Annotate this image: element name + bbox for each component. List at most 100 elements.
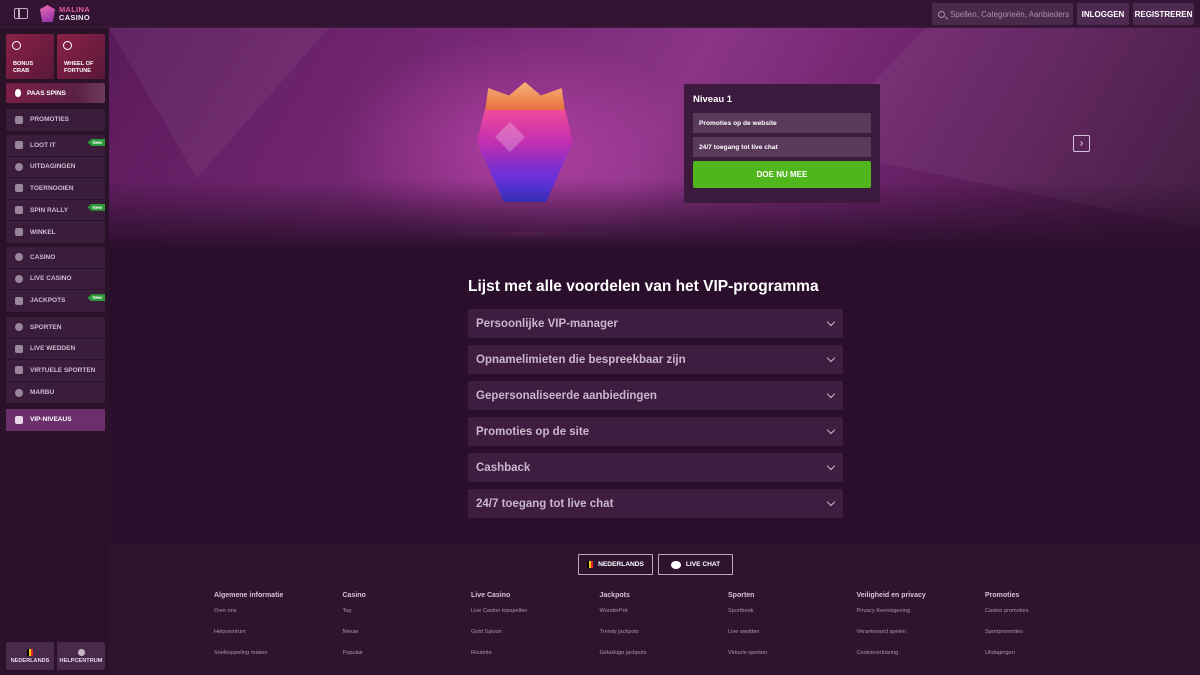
tile-label: WHEEL OF FORTUNE: [64, 61, 94, 74]
sidebar-item-virtuele-sporten[interactable]: VIRTUELE SPORTEN: [6, 360, 105, 382]
footer-link[interactable]: Live wedden: [728, 629, 857, 650]
level-benefit: 24/7 toegang tot live chat: [693, 137, 871, 157]
footer-link[interactable]: Nieuw: [343, 629, 472, 650]
nav-group-sports: SPORTEN LIVE WEDDEN VIRTUELE SPORTEN MAR…: [6, 317, 105, 404]
help-icon: [77, 648, 85, 656]
footer-column: Promoties Casino promoties Sportpromotie…: [985, 592, 1114, 671]
help-center-button[interactable]: HELPCENTRUM: [57, 642, 105, 670]
new-badge: New: [87, 294, 105, 302]
live-icon: [15, 344, 23, 353]
language-button[interactable]: NEDERLANDS: [6, 642, 54, 670]
dice-icon: [15, 253, 23, 262]
sidebar-toggle-icon[interactable]: [14, 8, 28, 19]
footer-column: Veiligheid en privacy Privacy Kennisgevi…: [857, 592, 986, 671]
sidebar-item-live-casino[interactable]: LIVE CASINO: [6, 269, 105, 291]
sidebar-item-label: LOOT IT: [30, 141, 56, 149]
tile-label: BONUS CRAB: [13, 61, 34, 74]
footer-link[interactable]: Verantwoord spelen: [857, 629, 986, 650]
sidebar-item-promoties[interactable]: PROMOTIES: [6, 109, 105, 131]
join-button[interactable]: DOE NU MEE: [693, 161, 871, 188]
footer-link[interactable]: Virtuele sporten: [728, 650, 857, 671]
footer-link[interactable]: Trendy jackpots: [600, 629, 729, 650]
football-icon: [15, 323, 23, 332]
footer-column: Live Casino Live Casino topspellen Gold …: [471, 592, 600, 671]
sidebar-item-jackpots[interactable]: JACKPOTS New: [6, 290, 105, 312]
register-button[interactable]: REGISTREREN: [1133, 3, 1194, 25]
logo-line2: CASINO: [59, 12, 90, 22]
sidebar-item-live-wedden[interactable]: LIVE WEDDEN: [6, 339, 105, 361]
footer-link[interactable]: Casino promoties: [985, 608, 1114, 629]
wheel-icon: [63, 41, 72, 50]
accordion-item[interactable]: Opnamelimieten die bespreekbaar zijn: [468, 345, 843, 374]
chevron-down-icon: [826, 317, 836, 327]
accordion-label: Gepersonaliseerde aanbiedingen: [476, 389, 657, 402]
hero-banner: Niveau 1 Promoties op de website 24/7 to…: [109, 28, 1200, 250]
footer-language-label: NEDERLANDS: [598, 561, 644, 568]
sidebar-item-uitdagingen[interactable]: UITDAGINGEN: [6, 157, 105, 179]
accordion-item[interactable]: Gepersonaliseerde aanbiedingen: [468, 381, 843, 410]
nav-group-vip: VIP-NIVEAUS: [6, 409, 105, 431]
footer-link[interactable]: Uitdagingen: [985, 650, 1114, 671]
tile-wheel-of-fortune[interactable]: WHEEL OF FORTUNE: [57, 34, 105, 79]
sidebar-item-label: PROMOTIES: [30, 116, 70, 124]
footer-link[interactable]: Snelkoppeling maken: [214, 650, 343, 671]
gift-icon: [15, 115, 23, 124]
footer-link[interactable]: Roulette: [471, 650, 600, 671]
challenge-icon: [15, 162, 23, 171]
footer-link[interactable]: WonderPot: [600, 608, 729, 629]
accordion-item[interactable]: Promoties op de site: [468, 417, 843, 446]
footer-link[interactable]: Helpcentrum: [214, 629, 343, 650]
gem-icon: [477, 110, 573, 202]
footer-link[interactable]: Populair: [343, 650, 472, 671]
accordion-item[interactable]: Cashback: [468, 453, 843, 482]
tile-bonus-crab[interactable]: BONUS CRAB: [6, 34, 54, 79]
diamond-icon: [15, 415, 23, 424]
accordion-label: Opnamelimieten die bespreekbaar zijn: [476, 353, 686, 366]
live-chat-button[interactable]: LIVE CHAT: [658, 554, 733, 575]
footer-link[interactable]: Privacy Kennisgeving: [857, 608, 986, 629]
sidebar-item-spin-rally[interactable]: SPIN RALLY New: [6, 200, 105, 222]
crown-icon: [485, 82, 565, 112]
footer-column-title: Algemene informatie: [214, 592, 284, 599]
footer-link[interactable]: Live Casino topspellen: [471, 608, 600, 629]
trophy-icon: [15, 184, 23, 193]
sidebar-item-winkel[interactable]: WINKEL: [6, 221, 105, 243]
sidebar-item-vip-niveaus[interactable]: VIP-NIVEAUS: [6, 409, 105, 431]
footer-link[interactable]: Top: [343, 608, 472, 629]
accordion-item[interactable]: Persoonlijke VIP-manager: [468, 309, 843, 338]
footer-link[interactable]: Sportbook: [728, 608, 857, 629]
sidebar-item-label: LIVE CASINO: [30, 275, 72, 283]
footer-link[interactable]: Over ons: [214, 608, 343, 629]
nav-group-promotions: PROMOTIES: [6, 109, 105, 131]
footer-column-title: Live Casino: [471, 592, 511, 599]
sidebar-item-toernooien[interactable]: TOERNOOIEN: [6, 178, 105, 200]
sidebar-item-loot-it[interactable]: LOOT IT New: [6, 135, 105, 157]
sidebar-item-sporten[interactable]: SPORTEN: [6, 317, 105, 339]
sidebar-item-casino[interactable]: CASINO: [6, 247, 105, 269]
sidebar-item-marbu[interactable]: MARBU: [6, 382, 105, 404]
footer-link[interactable]: Gelukkige jackpots: [600, 650, 729, 671]
sidebar: BONUS CRAB WHEEL OF FORTUNE PAAS SPINS P…: [0, 28, 109, 675]
chest-icon: [15, 141, 23, 150]
accordion-item[interactable]: 24/7 toegang tot live chat: [468, 489, 843, 518]
top-bar: MALINA CASINO Spellen, Categorieën, Aanb…: [0, 0, 1200, 28]
chip-icon: [15, 274, 23, 283]
login-button[interactable]: INLOGGEN: [1077, 3, 1129, 25]
sidebar-item-paas-spins[interactable]: PAAS SPINS: [6, 83, 105, 103]
next-arrow-icon[interactable]: ›: [1073, 135, 1090, 152]
footer-language-button[interactable]: NEDERLANDS: [578, 554, 653, 575]
logo[interactable]: MALINA CASINO: [40, 5, 90, 22]
footer-column-title: Veiligheid en privacy: [856, 592, 926, 599]
footer-column-title: Sporten: [728, 592, 755, 599]
nav-group-casino: CASINO LIVE CASINO JACKPOTS New: [6, 247, 105, 312]
footer-column: Casino Top Nieuw Populair: [343, 592, 472, 671]
footer-link[interactable]: Sportpromoties: [985, 629, 1114, 650]
search-icon: [938, 10, 945, 18]
footer-link[interactable]: Gold Saloon: [471, 629, 600, 650]
sidebar-item-label: CASINO: [30, 253, 56, 261]
jackpot-icon: [15, 296, 23, 305]
footer-link[interactable]: Cookieverklaring: [857, 650, 986, 671]
level-benefit: Promoties op de website: [693, 113, 871, 133]
search-input[interactable]: Spellen, Categorieën, Aanbieders: [932, 3, 1073, 25]
help-label: HELPCENTRUM: [59, 657, 103, 664]
